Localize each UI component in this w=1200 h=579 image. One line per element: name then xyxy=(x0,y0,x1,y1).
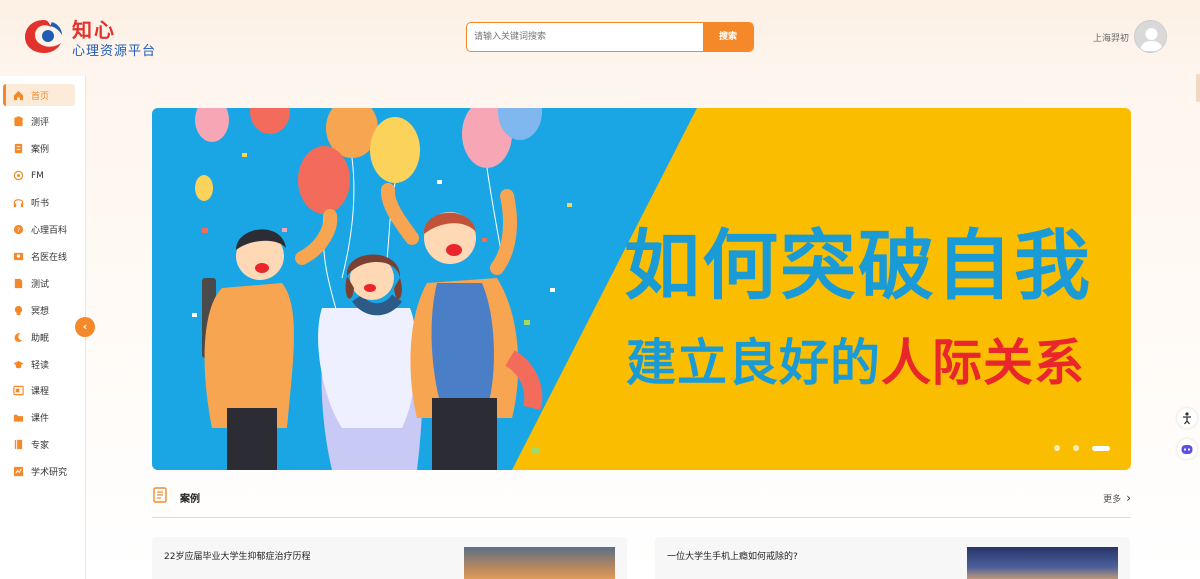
sidebar-item[interactable]: 专家 xyxy=(3,434,75,456)
logo[interactable]: 知心 心理资源平台 xyxy=(22,14,172,60)
sidebar-item-label: 名医在线 xyxy=(31,252,68,263)
chevron-right-icon: › xyxy=(1126,491,1131,505)
sidebar-item-label: 冥想 xyxy=(31,306,50,317)
sidebar-item[interactable]: 测试 xyxy=(3,272,75,294)
meditation-icon xyxy=(14,305,23,315)
case-card-title: 一位大学生手机上瘾如何戒除的? xyxy=(667,552,798,562)
banner-subheadline: 建立良好的人际关系 xyxy=(626,323,1085,395)
carousel-dot[interactable] xyxy=(1054,445,1060,451)
cases-section-header: 案例 更多 › xyxy=(152,486,1131,518)
sidebar-item-label: 专家 xyxy=(31,441,50,452)
sidebar-item-label: 听书 xyxy=(31,199,50,210)
sidebar-item[interactable]: 测评 xyxy=(3,111,75,133)
section-title: 案例 xyxy=(180,494,200,505)
user-name[interactable]: 上海羿初 xyxy=(1093,31,1129,44)
sidebar-item-label: FM xyxy=(31,170,44,181)
sidebar-item-label: 首页 xyxy=(31,91,50,102)
svg-text:?: ? xyxy=(17,226,20,234)
question-icon: ? xyxy=(13,224,24,235)
sidebar-item-label: 心理百科 xyxy=(31,226,68,236)
sidebar-item[interactable]: 课件 xyxy=(3,407,75,429)
carousel-dot-active[interactable] xyxy=(1092,445,1110,451)
sidebar-item[interactable]: FM xyxy=(3,165,75,187)
moon-icon xyxy=(14,332,23,342)
carousel-dot[interactable] xyxy=(1073,445,1079,451)
doctor-icon xyxy=(13,252,24,261)
sidebar-item[interactable]: 课程 xyxy=(3,380,75,402)
sidebar-item[interactable]: 助眠 xyxy=(3,326,75,348)
sidebar: 首页 测评 案例 FM 听书? 心理百科 名医在线 测试 冥想 助眠 轻读 课程 课件 专家 学术研究 xyxy=(0,76,86,579)
search-button[interactable]: 搜索 xyxy=(703,23,753,51)
sidebar-item-label: 测试 xyxy=(31,279,50,290)
sidebar-item-label: 课件 xyxy=(31,414,50,425)
course-icon xyxy=(13,386,24,396)
header: 知心 心理资源平台 搜索 上海羿初 xyxy=(0,0,1200,74)
sidebar-collapse-button[interactable]: ‹ xyxy=(75,317,95,337)
logo-subtitle: 心理资源平台 xyxy=(72,44,157,59)
sidebar-item-label: 学术研究 xyxy=(31,468,68,479)
case-card-title: 22岁应届毕业大学生抑郁症治疗历程 xyxy=(164,552,311,562)
more-link[interactable]: 更多 › xyxy=(1103,491,1131,505)
search-input[interactable] xyxy=(467,23,705,51)
search-bar: 搜索 xyxy=(466,22,754,52)
document-list-icon xyxy=(153,487,167,503)
assistant-tool[interactable] xyxy=(1177,439,1197,459)
sidebar-item[interactable]: 首页 xyxy=(3,84,75,106)
banner-subheadline-highlight: 人际关系 xyxy=(881,334,1085,392)
folder-icon xyxy=(13,415,24,422)
sidebar-item[interactable]: 轻读 xyxy=(3,353,75,375)
sidebar-item-label: 助眠 xyxy=(31,333,50,344)
graduation-cap-icon xyxy=(13,360,24,368)
scrollbar-thumb[interactable] xyxy=(1196,74,1200,102)
accessibility-icon xyxy=(1183,412,1191,425)
floating-tools xyxy=(1175,408,1200,464)
case-card[interactable]: 一位大学生手机上瘾如何戒除的? xyxy=(655,537,1130,579)
banner-subheadline-prefix: 建立良好的 xyxy=(626,334,881,392)
sidebar-item-label: 课程 xyxy=(31,387,50,398)
avatar[interactable] xyxy=(1134,20,1167,53)
robot-icon xyxy=(1181,445,1193,454)
sidebar-item[interactable]: 名医在线 xyxy=(3,245,75,267)
sidebar-item[interactable]: 学术研究 xyxy=(3,461,75,483)
sidebar-item[interactable]: 听书 xyxy=(3,192,75,214)
banner-headline: 如何突破自我 xyxy=(624,221,1092,310)
test-icon xyxy=(14,278,23,288)
headphones-icon xyxy=(13,199,24,208)
more-link-label: 更多 xyxy=(1103,495,1122,505)
sidebar-item[interactable]: 冥想 xyxy=(3,299,75,321)
avatar-placeholder-icon xyxy=(1140,28,1163,51)
research-icon xyxy=(13,467,24,477)
carousel-indicators xyxy=(1054,444,1110,452)
book-icon xyxy=(14,440,23,450)
case-card[interactable]: 22岁应届毕业大学生抑郁症治疗历程 xyxy=(152,537,627,579)
logo-title: 知心 xyxy=(72,18,116,42)
case-card-thumbnail xyxy=(464,547,615,579)
accessibility-tool[interactable] xyxy=(1177,408,1197,428)
logo-mark-icon xyxy=(25,20,62,53)
hero-banner[interactable]: 如何突破自我 建立良好的人际关系 xyxy=(152,108,1131,470)
sidebar-item[interactable]: ? 心理百科 xyxy=(3,219,75,241)
radio-icon xyxy=(13,170,24,181)
document-icon xyxy=(14,144,23,154)
sidebar-item-label: 案例 xyxy=(31,145,50,156)
case-card-thumbnail xyxy=(967,547,1118,579)
sidebar-item-label: 测评 xyxy=(31,118,50,129)
sidebar-item[interactable]: 案例 xyxy=(3,138,75,160)
home-icon xyxy=(13,90,24,100)
sidebar-item-label: 轻读 xyxy=(31,360,50,371)
clipboard-icon xyxy=(14,116,23,127)
